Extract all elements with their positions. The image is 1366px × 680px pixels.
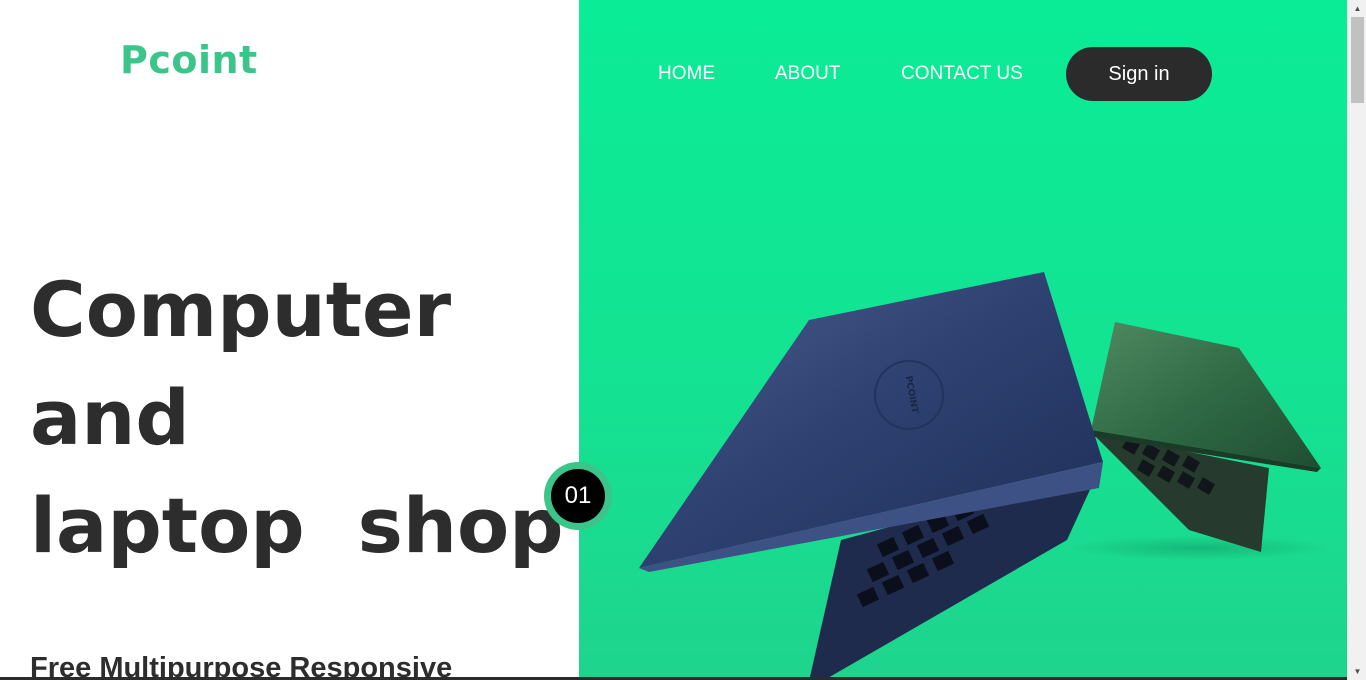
hero-title-line-1: Computer (30, 265, 452, 354)
scroll-up-arrow-icon[interactable]: ▲ (1348, 0, 1366, 17)
slide-indicator[interactable]: 01 (544, 462, 612, 530)
main-navigation: HOME ABOUT CONTACT US Sign in (579, 0, 1347, 150)
hero-right-panel: PCOINT HOME ABOUT CONTACT US Sign in (579, 0, 1347, 680)
slide-number: 01 (551, 469, 605, 523)
hero-subtitle: Free Multipurpose Responsive (30, 652, 453, 680)
vertical-scrollbar[interactable]: ▲ ▼ (1347, 0, 1366, 680)
hero-title-line-2: and (30, 373, 190, 462)
scrollbar-thumb[interactable] (1351, 17, 1364, 103)
nav-link-contact-us[interactable]: CONTACT US (901, 63, 1023, 85)
nav-link-home[interactable]: HOME (658, 63, 715, 85)
hero-left-panel: Pcoint Computer and laptop shop Free Mul… (0, 0, 579, 680)
nav-link-about[interactable]: ABOUT (775, 63, 840, 85)
sign-in-button[interactable]: Sign in (1066, 47, 1212, 101)
brand-logo[interactable]: Pcoint (120, 38, 258, 82)
hero-title: Computer and laptop shop (30, 256, 564, 580)
hero-title-line-3: laptop shop (30, 481, 564, 570)
scroll-down-arrow-icon[interactable]: ▼ (1348, 663, 1366, 680)
